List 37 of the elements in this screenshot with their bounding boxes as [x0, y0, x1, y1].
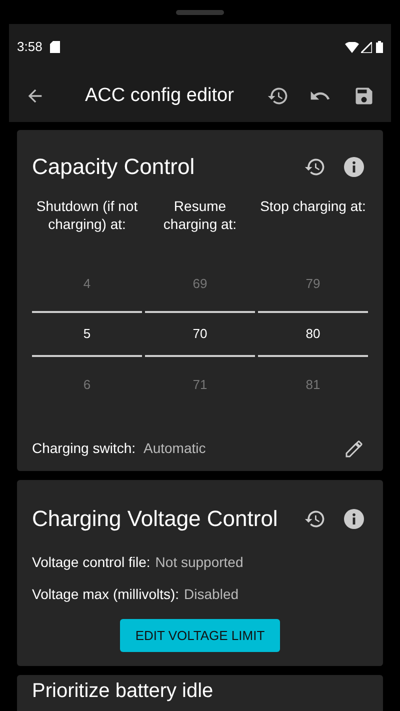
picker-label: Shutdown (if not charging) at:: [35, 197, 139, 234]
sd-card-icon: [50, 41, 60, 53]
picker-option: 71: [192, 374, 208, 394]
picker-value: 5: [83, 325, 91, 344]
picker-label: Resume charging at:: [162, 197, 238, 234]
picker-option: 6: [83, 374, 91, 394]
field-label: Voltage max (millivolts):: [32, 585, 180, 604]
picker-option: 4: [83, 274, 91, 294]
picker-label: Stop charging at:: [259, 197, 367, 216]
info-icon[interactable]: [344, 156, 364, 176]
field-label: Voltage control file:: [32, 553, 150, 572]
field-value: Not supported: [155, 553, 244, 572]
info-icon[interactable]: [344, 508, 364, 528]
card-title: Charging Voltage Control: [32, 505, 278, 533]
save-icon[interactable]: [353, 85, 375, 107]
picker-option: 81: [306, 374, 320, 394]
toolbar-title: ACC config editor: [85, 84, 234, 108]
signal-icon: [361, 42, 372, 52]
picker-value: 70: [192, 325, 208, 344]
card-title: Prioritize battery idle: [32, 680, 214, 702]
edit-voltage-button[interactable]: EDIT VOLTAGE LIMIT: [120, 619, 280, 652]
field-label: Charging switch:: [32, 439, 136, 458]
history-icon[interactable]: [267, 85, 289, 107]
number-picker[interactable]: 79 80 81: [258, 256, 368, 412]
picker-value: 80: [306, 325, 320, 344]
picker-option: 79: [306, 274, 320, 294]
battery-icon: [376, 41, 383, 53]
field-value: Disabled: [184, 585, 239, 604]
card-title: Capacity Control: [32, 153, 195, 181]
number-picker[interactable]: 69 70 71: [145, 256, 255, 412]
field-value: Automatic: [144, 439, 206, 458]
speaker-grille: [176, 10, 224, 15]
number-picker[interactable]: 4 5 6: [32, 256, 142, 412]
status-time: 3:58: [17, 38, 42, 56]
wifi-icon: [345, 42, 359, 52]
pencil-icon[interactable]: [344, 438, 364, 458]
picker-option: 69: [192, 274, 208, 294]
